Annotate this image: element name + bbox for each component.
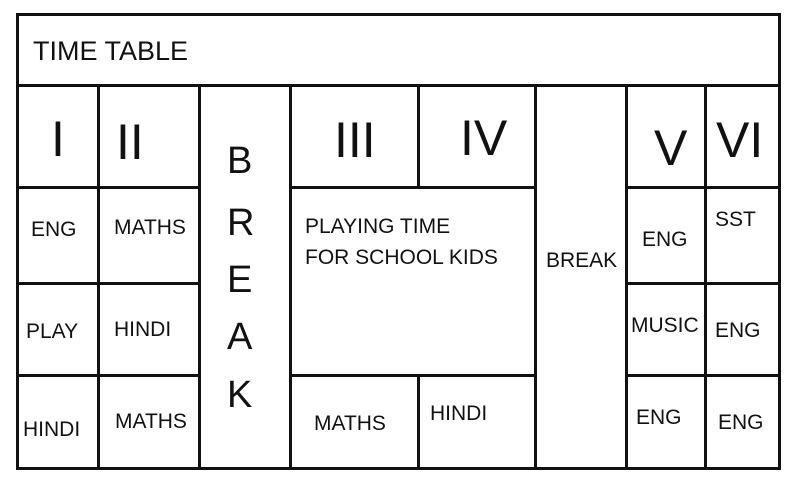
- break-letter-r: R: [227, 202, 255, 244]
- period-label-6: VI: [716, 112, 764, 168]
- col3-row3: MATHS: [289, 374, 420, 470]
- col6-row3-subject: ENG: [718, 411, 764, 434]
- break-letter-k: K: [227, 374, 253, 416]
- timetable-grid: TIME TABLE I II III IV V VI B R E A K EN…: [0, 0, 800, 491]
- col2-row1: MATHS: [97, 186, 201, 285]
- period-header-5: V: [625, 84, 707, 189]
- period-label-5: V: [654, 120, 688, 176]
- col2-row3: MATHS: [97, 374, 201, 470]
- col4-row3: HINDI: [417, 374, 537, 470]
- break-letter-e: E: [227, 259, 253, 301]
- col5-row3: ENG: [625, 374, 707, 470]
- col5-row1: ENG: [625, 186, 707, 285]
- col6-row1-subject: SST: [715, 208, 756, 231]
- period-label-1: I: [51, 111, 65, 167]
- period-label-2: II: [116, 114, 144, 170]
- title-cell: TIME TABLE: [16, 13, 781, 87]
- period-label-4: IV: [460, 110, 508, 166]
- col1-row3-subject: HINDI: [23, 418, 81, 441]
- col5-row2-subject: MUSIC: [631, 314, 699, 337]
- period-header-4: IV: [417, 84, 537, 189]
- col1-row1: ENG: [16, 186, 100, 285]
- col1-row2-subject: PLAY: [26, 320, 79, 343]
- period-header-2: II: [97, 84, 201, 189]
- playing-time-line2: FOR SCHOOL KIDS: [305, 246, 498, 269]
- playing-time-cell: PLAYING TIME FOR SCHOOL KIDS: [289, 186, 537, 377]
- period-header-1: I: [16, 84, 100, 189]
- col5-row2: MUSIC: [625, 282, 707, 377]
- playing-time-line1: PLAYING TIME: [305, 215, 451, 238]
- col6-row2-subject: ENG: [715, 319, 761, 342]
- second-break-column: BREAK: [534, 84, 628, 470]
- col2-row2-subject: HINDI: [114, 318, 172, 341]
- second-break-label: BREAK: [546, 249, 618, 272]
- col3-row3-subject: MATHS: [314, 412, 386, 435]
- first-break-column: B R E A K: [198, 84, 292, 470]
- col6-row2: ENG: [704, 282, 781, 377]
- period-header-3: III: [289, 84, 420, 189]
- period-header-6: VI: [704, 84, 781, 189]
- col4-row3-subject: HINDI: [430, 402, 488, 425]
- col2-row2: HINDI: [97, 282, 201, 377]
- break-letter-b: B: [227, 140, 253, 182]
- break-letter-a: A: [227, 316, 253, 358]
- col6-row3: ENG: [704, 374, 781, 470]
- col2-row1-subject: MATHS: [114, 216, 186, 239]
- col6-row1: SST: [704, 186, 781, 285]
- col1-row3: HINDI: [16, 374, 100, 470]
- period-label-3: III: [334, 112, 376, 168]
- col5-row1-subject: ENG: [642, 228, 688, 251]
- timetable-title: TIME TABLE: [33, 36, 189, 66]
- col1-row2: PLAY: [16, 282, 100, 377]
- col5-row3-subject: ENG: [636, 406, 682, 429]
- col1-row1-subject: ENG: [31, 218, 77, 241]
- col2-row3-subject: MATHS: [115, 410, 187, 433]
